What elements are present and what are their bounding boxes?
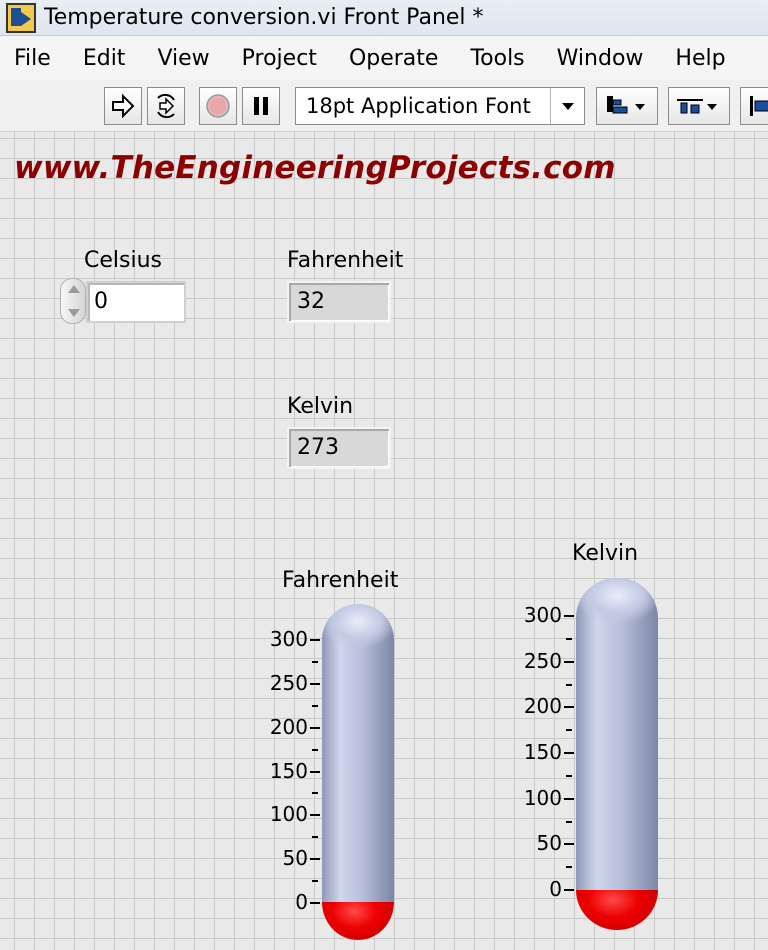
kelvin-tick-label: 300 (523, 603, 562, 627)
window-title: Temperature conversion.vi Front Panel * (44, 5, 484, 30)
kelvin-tick-major (564, 752, 574, 754)
fahrenheit-tick-label: 100 (269, 802, 308, 827)
increment-arrow-icon[interactable] (68, 285, 80, 293)
fahrenheit-thermometer-tube (322, 604, 394, 904)
kelvin-indicator: 273 (287, 427, 391, 469)
fahrenheit-tick-minor (312, 660, 318, 663)
kelvin-tick-minor (566, 683, 572, 686)
kelvin-thermometer-tube (576, 578, 658, 892)
toolbar: 18pt Application Font (0, 80, 768, 132)
fahrenheit-thermometer-label: Fahrenheit (282, 568, 399, 593)
menu-view[interactable]: View (141, 46, 225, 71)
celsius-increment-decrement[interactable] (60, 278, 86, 324)
run-continuously-button[interactable] (147, 87, 185, 125)
fahrenheit-tick-minor (312, 880, 318, 883)
menu-window[interactable]: Window (541, 46, 660, 71)
kelvin-thermometer-label: Kelvin (572, 541, 639, 566)
fahrenheit-tick-label: 50 (282, 846, 308, 871)
kelvin-tick-minor (566, 729, 572, 732)
fahrenheit-tick-label: 300 (269, 627, 308, 651)
fahrenheit-tick-major (310, 770, 320, 773)
menu-edit[interactable]: Edit (67, 46, 142, 71)
celsius-label: Celsius (84, 248, 162, 273)
distribute-objects-icon (677, 99, 717, 114)
abort-button[interactable] (199, 87, 237, 125)
title-bar: Temperature conversion.vi Front Panel * (0, 0, 768, 36)
fahrenheit-tick-major (310, 682, 320, 685)
font-selector-value: 18pt Application Font (306, 94, 531, 118)
fahrenheit-tick-minor (312, 704, 318, 707)
run-arrow-icon (112, 93, 135, 119)
kelvin-tick-label: 50 (536, 831, 562, 856)
kelvin-tick-minor (566, 637, 572, 640)
kelvin-tick-label: 200 (523, 694, 562, 719)
fahrenheit-tick-major (310, 639, 320, 641)
fahrenheit-tick-label: 200 (269, 714, 308, 739)
fahrenheit-tick-major (310, 726, 320, 729)
fahrenheit-tick-major (310, 814, 320, 817)
distribute-objects-button[interactable] (668, 87, 730, 125)
kelvin-tick-major (564, 843, 574, 846)
fahrenheit-tick-minor (312, 748, 318, 751)
kelvin-tick-major (564, 615, 574, 617)
decrement-arrow-icon[interactable] (68, 309, 80, 317)
run-button[interactable] (104, 87, 142, 125)
celsius-input[interactable]: 0 (86, 281, 186, 323)
brand-text: www.TheEngineeringProjects.com (14, 150, 616, 186)
stop-icon (206, 94, 230, 118)
kelvin-tick-label: 250 (523, 648, 562, 673)
fahrenheit-label: Fahrenheit (287, 248, 404, 273)
labview-vi-icon[interactable] (6, 2, 36, 33)
pause-icon (254, 97, 268, 115)
align-objects-button[interactable] (596, 87, 658, 125)
fahrenheit-tick-major (310, 858, 320, 861)
resize-objects-button[interactable] (740, 87, 768, 125)
run-continuously-icon (157, 93, 175, 119)
fahrenheit-tick-label: 150 (269, 758, 308, 783)
kelvin-tick-major (564, 797, 574, 800)
menu-help[interactable]: Help (659, 46, 741, 71)
kelvin-tick-label: 150 (523, 740, 562, 764)
kelvin-tick-label: 100 (523, 785, 562, 810)
kelvin-tick-major (564, 889, 574, 891)
kelvin-label: Kelvin (287, 394, 354, 419)
align-objects-icon (607, 96, 645, 114)
pause-button[interactable] (242, 87, 280, 125)
fahrenheit-tick-major (310, 902, 320, 904)
kelvin-tick-minor (566, 820, 572, 823)
fahrenheit-tick-label: 0 (295, 890, 308, 914)
menu-operate[interactable]: Operate (333, 46, 455, 71)
menu-tools[interactable]: Tools (454, 46, 540, 71)
fahrenheit-tick-minor (312, 792, 318, 795)
menu-project[interactable]: Project (226, 46, 333, 71)
menu-file[interactable]: File (0, 46, 67, 71)
kelvin-tick-minor (566, 866, 572, 869)
font-selector[interactable]: 18pt Application Font (295, 87, 585, 125)
kelvin-tick-major (564, 660, 574, 663)
kelvin-tick-major (564, 706, 574, 709)
fahrenheit-indicator: 32 (287, 281, 391, 323)
fahrenheit-tick-label: 250 (269, 670, 308, 695)
kelvin-tick-minor (566, 774, 572, 777)
resize-objects-icon (750, 96, 768, 116)
chevron-down-icon[interactable] (550, 88, 584, 124)
fahrenheit-tick-minor (312, 836, 318, 839)
menu-bar: File Edit View Project Operate Tools Win… (0, 36, 768, 80)
kelvin-tick-label: 0 (549, 877, 562, 901)
